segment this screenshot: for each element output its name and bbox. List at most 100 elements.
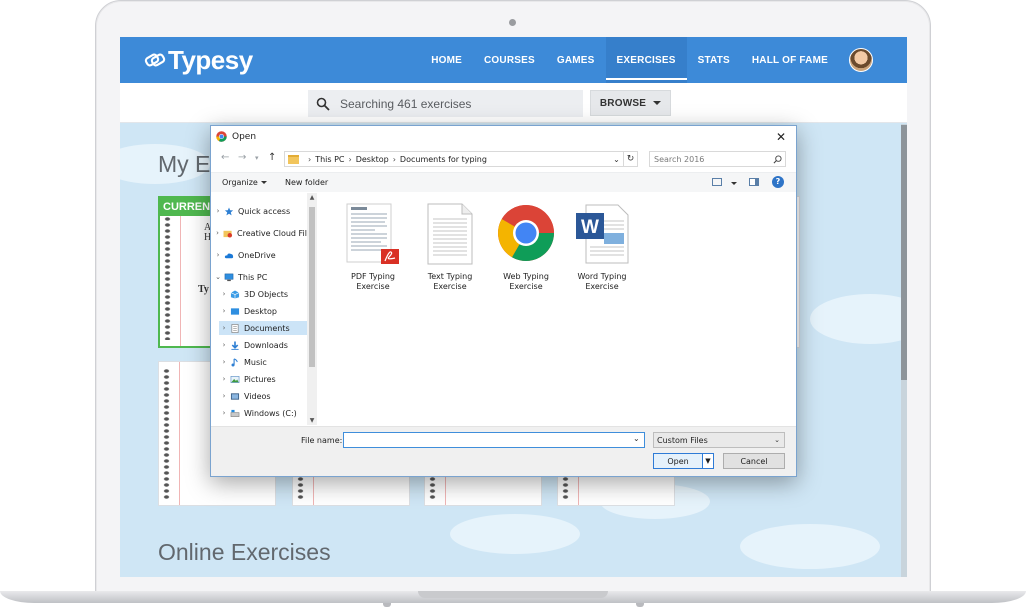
download-icon — [231, 340, 239, 350]
forward-arrow-icon[interactable]: → — [238, 152, 246, 163]
expand-arrow-icon[interactable]: › — [213, 207, 223, 215]
cloud-icon — [224, 252, 234, 258]
view-dropdown-icon[interactable] — [728, 179, 737, 188]
nav-exercises[interactable]: EXERCISES — [605, 37, 687, 83]
file-item-pdf[interactable]: PDF Typing Exercise — [337, 203, 409, 292]
tree-item-onedrive[interactable]: › OneDrive — [213, 248, 307, 262]
open-dropdown-icon[interactable]: ▼ — [702, 454, 713, 468]
help-icon[interactable]: ? — [772, 176, 784, 188]
tree-item-quick-access[interactable]: › Quick access — [213, 204, 307, 218]
address-dropdown-icon[interactable]: ⌄ — [609, 155, 623, 164]
expand-arrow-icon[interactable]: › — [213, 229, 222, 237]
expand-arrow-icon[interactable]: › — [219, 341, 229, 349]
view-options-icon[interactable] — [712, 178, 722, 186]
file-item-word[interactable]: W Word Typing Exercise — [566, 203, 638, 292]
desktop-icon — [230, 307, 240, 315]
navigation-pane-scrollbar[interactable]: ▲ ▼ — [307, 193, 317, 425]
nav-home[interactable]: HOME — [420, 37, 473, 83]
file-item-web[interactable]: Web Typing Exercise — [490, 203, 562, 292]
file-name-input[interactable] — [343, 432, 645, 448]
search-icon — [773, 154, 782, 163]
expand-arrow-icon[interactable]: › — [213, 251, 223, 259]
drive-icon — [230, 409, 240, 417]
folder-icon — [288, 154, 299, 164]
file-item-text[interactable]: Text Typing Exercise — [414, 203, 486, 292]
open-button[interactable]: Open ▼ — [653, 453, 714, 469]
creative-cloud-icon — [223, 230, 233, 238]
breadcrumb-documents-for-typing[interactable]: Documents for typing — [400, 155, 487, 164]
tree-item-3d-objects[interactable]: › 3D Objects — [219, 287, 307, 301]
file-name-web: Web Typing — [503, 272, 549, 281]
collapse-arrow-icon[interactable]: ⌄ — [213, 273, 223, 281]
back-arrow-icon[interactable]: ← — [221, 152, 229, 163]
tree-item-documents[interactable]: › Documents — [219, 321, 307, 335]
typesy-logo-icon — [144, 53, 166, 67]
nav-hall-of-fame[interactable]: HALL OF FAME — [741, 37, 839, 83]
navigation-scroll-thumb[interactable] — [309, 207, 315, 367]
expand-arrow-icon[interactable]: › — [219, 307, 229, 315]
search-box — [308, 90, 583, 117]
organize-menu[interactable]: Organize — [222, 178, 267, 187]
breadcrumb-desktop[interactable]: Desktop — [356, 155, 389, 164]
tree-item-videos[interactable]: › Videos — [219, 389, 307, 403]
chrome-icon — [498, 205, 554, 261]
tree-item-pictures[interactable]: › Pictures — [219, 372, 307, 386]
scroll-up-icon[interactable]: ▲ — [308, 194, 316, 201]
file-name-text: Text Typing — [427, 272, 473, 281]
text-file-icon — [427, 203, 473, 265]
open-file-dialog: Open ✕ ← → ▾ ↑ › This PC › Desktop › Doc… — [210, 125, 797, 477]
music-icon — [231, 357, 238, 367]
file-type-select[interactable]: Custom Files ⌄ — [653, 432, 785, 448]
typesy-logo[interactable]: Typesy — [144, 44, 253, 75]
expand-arrow-icon[interactable]: › — [219, 290, 229, 298]
browse-button[interactable]: BROWSE — [590, 90, 671, 116]
dialog-title: Open — [232, 131, 257, 142]
word-icon: W — [576, 204, 629, 264]
user-avatar[interactable] — [849, 48, 873, 72]
dialog-search-input[interactable]: Search 2016 — [649, 151, 786, 167]
pdf-file-icon — [346, 203, 399, 264]
main-nav: HOME COURSES GAMES EXERCISES STATS HALL … — [420, 37, 907, 83]
expand-arrow-icon[interactable]: › — [219, 324, 229, 332]
nav-courses[interactable]: COURSES — [473, 37, 546, 83]
breadcrumb-this-pc[interactable]: This PC — [315, 155, 344, 164]
recent-locations-icon[interactable]: ▾ — [255, 154, 259, 162]
chrome-icon — [216, 131, 227, 142]
navigation-pane: › Quick access › Creative Cloud Fil › On… — [211, 193, 317, 425]
nav-games[interactable]: GAMES — [546, 37, 606, 83]
expand-arrow-icon[interactable]: › — [219, 409, 229, 417]
new-folder-button[interactable]: New folder — [285, 178, 328, 187]
tree-item-music[interactable]: › Music — [219, 355, 307, 369]
cube-icon — [230, 289, 240, 299]
nav-stats[interactable]: STATS — [687, 37, 741, 83]
tree-item-creative-cloud[interactable]: › Creative Cloud Fil — [213, 226, 307, 240]
video-icon — [230, 392, 240, 400]
tree-item-windows-c[interactable]: › Windows (C:) — [219, 406, 307, 420]
file-name-label: File name: — [301, 436, 343, 445]
search-icon — [316, 97, 330, 111]
brand-name: Typesy — [168, 44, 253, 75]
current-exercise-card[interactable]: CURREN A H Ty — [158, 196, 213, 348]
online-exercises-title: Online Exercises — [158, 539, 331, 565]
star-icon — [224, 206, 234, 215]
up-arrow-icon[interactable]: ↑ — [268, 152, 276, 163]
dialog-footer: File name: ⌄ Custom Files ⌄ Open ▼ Cance… — [211, 426, 796, 476]
close-icon[interactable]: ✕ — [766, 126, 796, 147]
page-scroll-thumb[interactable] — [901, 125, 907, 380]
expand-arrow-icon[interactable]: › — [219, 375, 229, 383]
expand-arrow-icon[interactable]: › — [219, 392, 229, 400]
expand-arrow-icon[interactable]: › — [219, 358, 229, 366]
picture-icon — [230, 375, 240, 383]
tree-item-desktop[interactable]: › Desktop — [219, 304, 307, 318]
tree-item-this-pc[interactable]: ⌄ This PC — [213, 270, 307, 284]
exercise-search-input[interactable] — [340, 96, 560, 111]
preview-pane-icon[interactable] — [749, 178, 759, 186]
tree-item-downloads[interactable]: › Downloads — [219, 338, 307, 352]
refresh-icon[interactable]: ↻ — [623, 152, 637, 166]
dialog-navigation: ← → ▾ ↑ › This PC › Desktop › Documents … — [211, 149, 796, 169]
file-name-dropdown-icon[interactable]: ⌄ — [633, 434, 640, 443]
top-navbar: Typesy HOME COURSES GAMES EXERCISES STAT… — [120, 37, 907, 83]
scroll-down-icon[interactable]: ▼ — [308, 417, 316, 424]
cancel-button[interactable]: Cancel — [723, 453, 785, 469]
address-bar[interactable]: › This PC › Desktop › Documents for typi… — [284, 151, 638, 167]
